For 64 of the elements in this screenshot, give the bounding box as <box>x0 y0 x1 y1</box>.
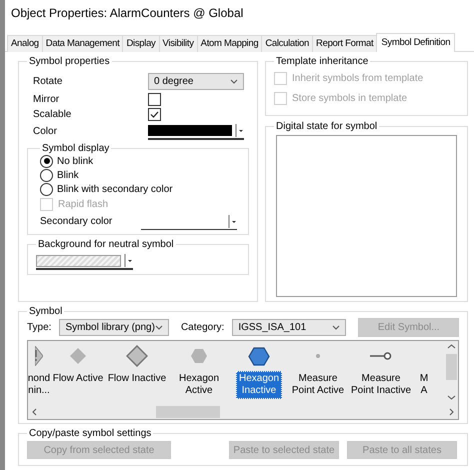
dropdown-icon[interactable] <box>228 214 237 228</box>
option-label: No blink <box>57 156 94 166</box>
tab[interactable]: Report Format <box>312 35 378 52</box>
hexagon-icon <box>191 349 207 363</box>
tab[interactable]: Calculation <box>261 35 314 52</box>
diamond-icon <box>126 345 148 367</box>
tab[interactable]: Display <box>122 35 160 52</box>
category-dropdown[interactable]: IGSS_ISA_101 <box>232 319 346 336</box>
hexagon-icon <box>248 346 270 366</box>
chevron-down-icon <box>154 325 163 330</box>
radio-button[interactable] <box>40 182 53 196</box>
field-label: Rotate <box>33 76 64 87</box>
rotate-dropdown[interactable]: 0 degree <box>148 73 244 90</box>
diamond-icon <box>70 348 86 364</box>
symbol-label[interactable]: Hexagon Active <box>176 371 222 399</box>
group-title: Digital state for symbol <box>275 121 378 132</box>
field-label: Category: <box>180 322 224 333</box>
tab[interactable]: Symbol Definition <box>376 33 456 52</box>
color-picker[interactable] <box>141 214 237 230</box>
group-title: Symbol display <box>41 143 110 154</box>
checkbox[interactable] <box>148 108 161 121</box>
diamond-alert-icon <box>35 346 43 366</box>
state-list[interactable] <box>276 135 457 297</box>
tab[interactable]: Analog <box>7 35 43 52</box>
option-label: Store symbols in template <box>292 92 408 104</box>
field-label: Secondary color <box>40 216 114 227</box>
field-label: Scalable <box>33 109 72 120</box>
symbol-label[interactable]: Measure Point Inactive <box>348 371 414 399</box>
group-title: Template inheritance <box>275 56 370 67</box>
symbol-label[interactable]: M A <box>416 371 432 399</box>
option-label: Blink with secondary color <box>57 184 173 194</box>
type-dropdown[interactable]: Symbol library (png) <box>59 319 169 336</box>
color-picker[interactable] <box>148 123 244 140</box>
measure-point-icon <box>370 352 392 360</box>
checkbox[interactable] <box>148 93 161 106</box>
symbol-label[interactable]: Hexagon Inactive <box>236 371 282 399</box>
check-icon <box>149 109 160 120</box>
group-title: Symbol <box>28 306 64 317</box>
chevron-down-icon <box>230 79 238 84</box>
symbol-gallery[interactable]: nond nin... Flow Active Flow Inactive Hexagon Active Hexagon Inactive Measure Point Active Measure Point Inactive M A <box>27 340 459 420</box>
radio-button[interactable] <box>40 168 53 182</box>
option-label: Rapid flash <box>58 199 108 210</box>
field-label: Color <box>33 126 58 137</box>
dot-icon <box>316 354 320 358</box>
radio-button[interactable] <box>40 154 53 168</box>
option-label: Blink <box>57 170 79 180</box>
group-title: Background for neutral symbol <box>37 239 175 250</box>
symbol-label[interactable]: Flow Inactive <box>104 371 170 387</box>
group-title: Copy/paste symbol settings <box>28 428 152 439</box>
scroll-right-icon[interactable] <box>449 408 454 416</box>
dropdown-icon[interactable] <box>235 124 244 137</box>
chevron-down-icon <box>332 325 340 330</box>
color-picker[interactable] <box>36 253 133 270</box>
symbol-label[interactable]: Measure Point Active <box>288 371 348 399</box>
window-title: Object Properties: AlarmCounters @ Global <box>10 5 244 22</box>
field-label: Mirror <box>33 94 60 105</box>
dropdown-icon[interactable] <box>124 254 133 267</box>
option-label: Inherit symbols from template <box>292 72 424 84</box>
scroll-left-icon[interactable] <box>32 408 37 416</box>
tab[interactable]: Visibility <box>158 35 198 52</box>
group-title: Symbol properties <box>28 56 111 67</box>
tab[interactable]: Data Management <box>42 35 124 52</box>
field-label: Type: <box>27 322 52 333</box>
tab[interactable]: Atom Mapping <box>196 35 262 52</box>
